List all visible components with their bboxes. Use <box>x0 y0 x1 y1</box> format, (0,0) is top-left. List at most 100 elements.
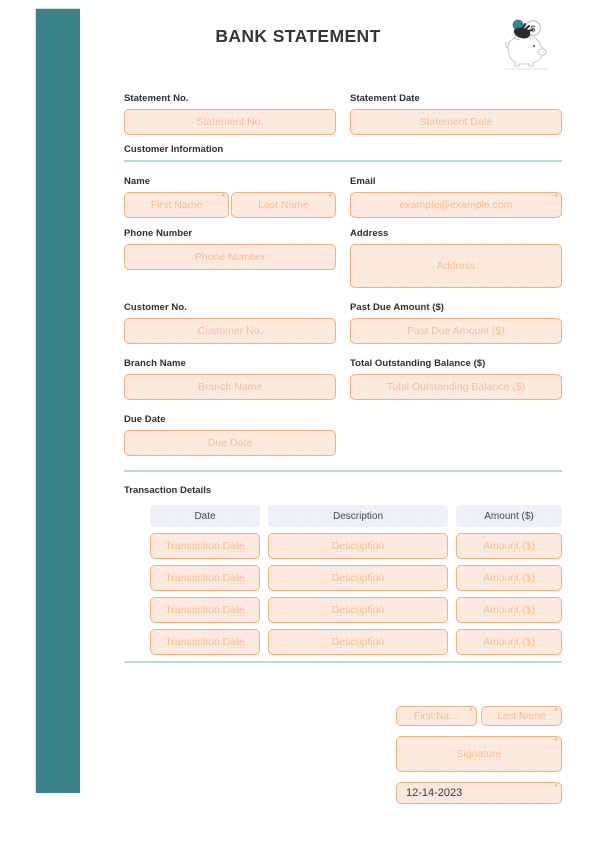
phone-address-row: Phone Number Phone Number Address Addres… <box>124 227 562 288</box>
transaction-details-heading: Transaction Details <box>124 485 212 496</box>
due-date-placeholder: Due Date <box>207 437 253 449</box>
form-content-column: BANK STATEMENT $ Statement No. Statement… <box>124 0 562 841</box>
total-outstanding-balance-label: Total Outstanding Balance ($) <box>350 358 486 369</box>
transaction-date-placeholder: Transaction Date <box>165 540 245 552</box>
table-row: Transaction Date Description Amount ($) <box>150 533 562 559</box>
signer-last-name-placeholder: Last Name <box>497 710 546 722</box>
statement-no-placeholder: Statement No. <box>196 116 264 128</box>
name-group: Name First Name * Last Name * <box>124 175 336 218</box>
transaction-description-input[interactable]: Description <box>268 565 448 591</box>
email-field[interactable]: example@example.com * <box>350 192 562 218</box>
transactions-top-divider <box>124 470 562 472</box>
section-divider <box>124 160 562 162</box>
transaction-amount-input[interactable]: Amount ($) <box>456 533 562 559</box>
transaction-description-input[interactable]: Description <box>268 597 448 623</box>
transaction-amount-placeholder: Amount ($) <box>483 604 535 616</box>
due-date-group: Due Date Due Date <box>124 413 336 456</box>
decorative-teal-sidebar <box>35 8 80 793</box>
column-header-description: Description <box>268 505 448 527</box>
branch-name-group: Branch Name Branch Name <box>124 357 336 400</box>
phone-placeholder: Phone Number <box>194 251 266 263</box>
statement-no-label: Statement No. <box>124 93 189 104</box>
page-title: BANK STATEMENT <box>215 26 381 46</box>
required-asterisk: * <box>554 706 558 716</box>
transaction-description-placeholder: Description <box>331 636 385 648</box>
transaction-date-input[interactable]: Transaction Date <box>150 629 260 655</box>
transaction-date-input[interactable]: Transaction Date <box>150 533 260 559</box>
transaction-amount-placeholder: Amount ($) <box>483 636 535 648</box>
transaction-date-placeholder: Transaction Date <box>165 636 245 648</box>
required-asterisk: * <box>328 192 332 202</box>
branch-name-placeholder: Branch Name <box>197 381 263 393</box>
signature-date-input[interactable]: 12-14-2023 * <box>396 782 562 804</box>
customer-no-label: Customer No. <box>124 302 187 313</box>
branch-name-label: Branch Name <box>124 358 186 369</box>
address-input[interactable]: Address <box>350 244 562 288</box>
email-placeholder: example@example.com <box>399 199 513 211</box>
past-due-amount-group: Past Due Amount ($) Past Due Amount ($) <box>350 301 562 344</box>
required-asterisk: * <box>469 706 473 716</box>
document-header: BANK STATEMENT $ <box>124 0 562 92</box>
past-due-amount-label: Past Due Amount ($) <box>350 302 445 313</box>
email-label: Email <box>350 176 376 187</box>
customer-no-input[interactable]: Customer No. <box>124 318 336 344</box>
due-date-label: Due Date <box>124 414 166 425</box>
email-group: Email example@example.com * <box>350 175 562 218</box>
customer-information-heading: Customer Information <box>124 144 224 155</box>
transaction-date-input[interactable]: Transaction Date <box>150 597 260 623</box>
transaction-description-input[interactable]: Description <box>268 629 448 655</box>
table-row: Transaction Date Description Amount ($) <box>150 597 562 623</box>
statement-date-label: Statement Date <box>350 93 420 104</box>
transactions-bottom-divider <box>124 661 562 663</box>
piggy-bank-coin-icon: $ <box>492 16 554 72</box>
transaction-amount-input[interactable]: Amount ($) <box>456 597 562 623</box>
required-asterisk: * <box>221 192 225 202</box>
total-outstanding-balance-input[interactable]: Total Outstanding Balance ($) <box>350 374 562 400</box>
total-outstanding-balance-placeholder: Total Outstanding Balance ($) <box>386 381 526 393</box>
due-date-row: Due Date Due Date <box>124 413 562 456</box>
column-header-amount: Amount ($) <box>456 505 562 527</box>
branch-name-input[interactable]: Branch Name <box>124 374 336 400</box>
signer-first-name-input[interactable]: First Na… * <box>396 706 477 726</box>
phone-label: Phone Number <box>124 228 193 239</box>
transaction-description-placeholder: Description <box>331 540 385 552</box>
document-page: BANK STATEMENT $ Statement No. Statement… <box>0 0 594 841</box>
phone-input[interactable]: Phone Number <box>124 244 336 270</box>
signature-input[interactable]: Signature * <box>396 736 562 772</box>
signer-last-name-input[interactable]: Last Name * <box>481 706 562 726</box>
statement-date-group: Statement Date Statement Date <box>350 92 562 135</box>
transaction-description-placeholder: Description <box>331 572 385 584</box>
past-due-amount-input[interactable]: Past Due Amount ($) <box>350 318 562 344</box>
transaction-amount-placeholder: Amount ($) <box>483 572 535 584</box>
required-asterisk: * <box>554 192 558 202</box>
signer-name-row: First Na… * Last Name * <box>396 706 562 726</box>
due-date-input[interactable]: Due Date <box>124 430 336 456</box>
required-asterisk: * <box>554 736 558 746</box>
statement-no-input[interactable]: Statement No. <box>124 109 336 135</box>
transaction-date-placeholder: Transaction Date <box>165 604 245 616</box>
transaction-amount-input[interactable]: Amount ($) <box>456 629 562 655</box>
past-due-amount-placeholder: Past Due Amount ($) <box>407 325 505 337</box>
statement-date-placeholder: Statement Date <box>419 116 493 128</box>
signature-block: First Na… * Last Name * Signature * 12-1… <box>396 706 562 804</box>
total-outstanding-balance-group: Total Outstanding Balance ($) Total Outs… <box>350 357 562 400</box>
transaction-date-input[interactable]: Transaction Date <box>150 565 260 591</box>
column-header-date: Date <box>150 505 260 527</box>
transaction-amount-input[interactable]: Amount ($) <box>456 565 562 591</box>
name-input-pair: First Name * Last Name * <box>124 192 336 218</box>
required-asterisk: * <box>554 782 558 792</box>
table-header-row: Date Description Amount ($) <box>150 505 562 527</box>
first-name-placeholder: First Name <box>150 199 203 211</box>
transaction-table: Date Description Amount ($) Transaction … <box>150 505 562 655</box>
customer-no-placeholder: Customer No. <box>197 325 263 337</box>
due-date-spacer <box>350 413 562 456</box>
table-row: Transaction Date Description Amount ($) <box>150 565 562 591</box>
statement-date-input[interactable]: Statement Date <box>350 109 562 135</box>
last-name-input[interactable]: Last Name * <box>231 192 336 218</box>
last-name-placeholder: Last Name <box>258 199 309 211</box>
transaction-amount-placeholder: Amount ($) <box>483 540 535 552</box>
first-name-input[interactable]: First Name * <box>124 192 229 218</box>
address-label: Address <box>350 228 389 239</box>
transaction-description-input[interactable]: Description <box>268 533 448 559</box>
name-label: Name <box>124 176 151 187</box>
